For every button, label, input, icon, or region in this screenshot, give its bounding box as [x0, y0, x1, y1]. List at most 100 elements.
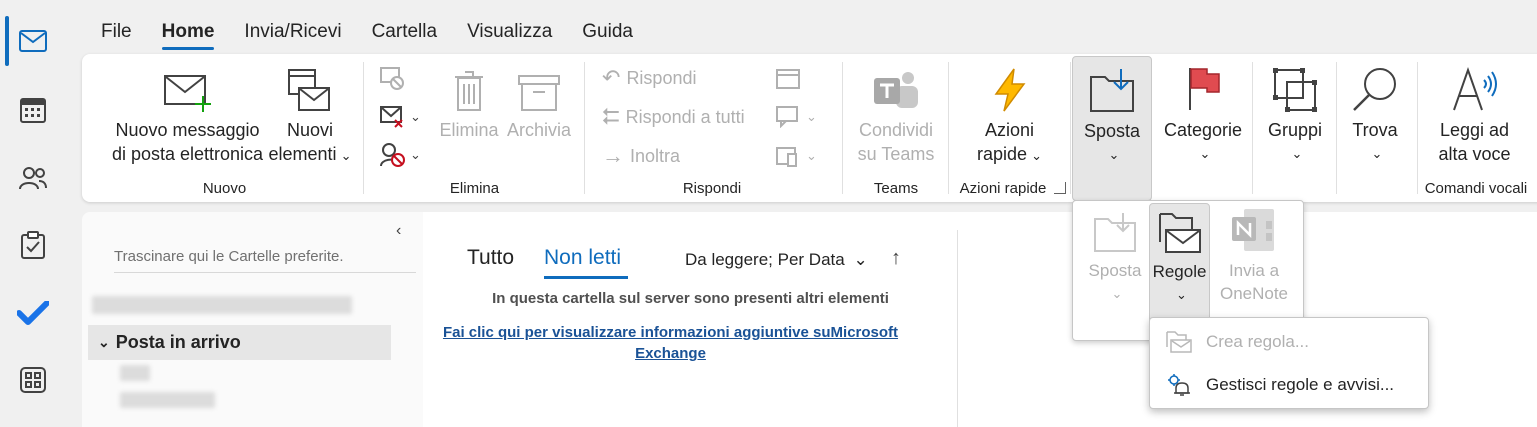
move-folder-icon: [1081, 207, 1149, 253]
manage-rules-item[interactable]: Gestisci regole e avvisi...: [1166, 370, 1394, 400]
rules-icon: [1150, 208, 1209, 254]
onenote-icon: [1211, 207, 1297, 253]
share-teams-label-2: su Teams: [857, 144, 935, 164]
calendar-icon[interactable]: [12, 90, 54, 130]
create-rule-item[interactable]: Crea regola...: [1166, 327, 1309, 357]
junk-icon: [380, 143, 405, 167]
group-label-new: Nuovo: [202, 180, 247, 197]
send-onenote-button[interactable]: Invia a OneNote: [1211, 207, 1297, 305]
separator: [1336, 62, 1337, 194]
favorites-hint: Trascinare qui le Cartelle preferite.: [114, 248, 344, 265]
new-items-label-2: elementi: [268, 144, 337, 164]
mail-icon[interactable]: [12, 21, 54, 61]
group-label-delete: Elimina: [449, 180, 500, 197]
tab-help[interactable]: Guida: [567, 0, 648, 56]
tasks-icon[interactable]: [12, 225, 54, 265]
collapse-pane-icon[interactable]: ‹: [396, 222, 401, 240]
meeting-icon: [776, 69, 800, 89]
meeting-reply-button[interactable]: [776, 63, 800, 93]
move-button[interactable]: Sposta ⌄: [1072, 56, 1152, 201]
rules-dropdown-menu: Crea regola... Gestisci regole e avvisi.…: [1149, 317, 1429, 409]
new-mail-label-1: Nuovo messaggio: [115, 120, 260, 140]
tab-view[interactable]: Visualizza: [452, 0, 567, 56]
share-teams-button[interactable]: Condividi su Teams: [852, 62, 940, 166]
filter-tab-all[interactable]: Tutto: [467, 246, 514, 270]
new-items-label-1: Nuovi: [286, 120, 334, 140]
reply-button[interactable]: ↶ Rispondi: [602, 63, 696, 93]
favorites-divider: [114, 272, 416, 273]
subfolder-1[interactable]: [120, 365, 150, 381]
tab-folder[interactable]: Cartella: [357, 0, 452, 56]
forward-label: Inoltra: [630, 145, 681, 166]
filter-tab-indicator: [544, 276, 628, 279]
reply-icon: ↶: [602, 65, 621, 90]
account-name[interactable]: [92, 296, 352, 314]
chevron-down-icon: ⌄: [1108, 147, 1120, 162]
manage-rules-icon: [1168, 374, 1190, 396]
reply-all-label: Rispondi a tutti: [625, 106, 745, 127]
trash-icon: [438, 62, 500, 112]
quick-steps-label-2: rapide: [977, 144, 1028, 164]
share-teams-label-1: Condividi: [858, 120, 934, 140]
separator: [842, 62, 843, 194]
read-aloud-icon: [1427, 62, 1522, 112]
todo-icon[interactable]: [12, 293, 54, 333]
find-label: Trova: [1352, 120, 1398, 140]
separator: [1070, 62, 1071, 194]
tab-file[interactable]: File: [66, 0, 147, 56]
ignore-button[interactable]: [380, 64, 406, 94]
teams-icon: [852, 62, 940, 112]
group-label-respond: Rispondi: [682, 180, 742, 197]
forward-button[interactable]: → Inoltra: [602, 141, 680, 171]
reply-all-button[interactable]: ⮄ Rispondi a tutti: [602, 102, 745, 132]
archive-button[interactable]: Archivia: [504, 62, 574, 142]
chevron-down-icon: ⌄: [410, 109, 421, 124]
groups-label: Gruppi: [1267, 120, 1323, 140]
cleanup-icon: [380, 106, 403, 128]
more-reply-button[interactable]: ⌄: [776, 141, 817, 171]
forward-icon: →: [602, 143, 624, 168]
onenote-label-1: Invia a: [1228, 261, 1280, 280]
tab-home[interactable]: Home: [147, 0, 230, 56]
sort-direction-icon[interactable]: ↑: [891, 247, 901, 270]
move-folder-icon: [1073, 63, 1151, 113]
group-label-quick: Azioni rapide: [959, 180, 1047, 197]
server-notice: In questa cartella sul server sono prese…: [492, 290, 889, 307]
tab-send-receive[interactable]: Invia/Ricevi: [229, 0, 356, 56]
sort-dropdown[interactable]: Da leggere; Per Data ⌄: [685, 250, 868, 270]
exchange-info-link[interactable]: Fai clic qui per visualizzare informazio…: [423, 322, 918, 364]
cleanup-button[interactable]: ⌄: [380, 102, 421, 132]
categorize-button[interactable]: Categorie ⌄: [1160, 62, 1246, 166]
chevron-down-icon: ⌄: [806, 148, 817, 163]
people-icon[interactable]: [12, 158, 54, 198]
im-reply-button[interactable]: ⌄: [776, 102, 817, 132]
create-rule-label: Crea regola...: [1206, 332, 1309, 351]
delete-button[interactable]: Elimina: [438, 62, 500, 142]
reply-label: Rispondi: [626, 67, 697, 88]
dialog-launcher-icon[interactable]: [1054, 182, 1066, 194]
menu-tabs: File Home Invia/Ricevi Cartella Visualiz…: [66, 0, 648, 56]
new-mail-icon: [100, 62, 275, 112]
chevron-down-icon: ⌄: [410, 147, 421, 162]
junk-button[interactable]: ⌄: [380, 140, 421, 170]
ignore-icon: [380, 67, 404, 90]
quick-steps-label-1: Azioni: [984, 120, 1035, 140]
move-menu-item[interactable]: Sposta ⌄: [1081, 207, 1149, 305]
groups-button[interactable]: Gruppi ⌄: [1260, 62, 1330, 166]
chevron-down-icon: ⌄: [806, 109, 817, 124]
filter-tab-unread[interactable]: Non letti: [544, 246, 621, 270]
rail-active-indicator: [5, 16, 9, 66]
folder-inbox[interactable]: ⌄ Posta in arrivo: [88, 325, 391, 360]
chevron-down-icon: ⌄: [1199, 146, 1211, 161]
new-items-button[interactable]: Nuovi elementi ⌄: [264, 62, 356, 168]
read-aloud-button[interactable]: Leggi ad alta voce: [1427, 62, 1522, 166]
subfolder-2[interactable]: [120, 392, 215, 408]
find-button[interactable]: Trova ⌄: [1344, 62, 1406, 166]
new-mail-label-2: di posta elettronica: [111, 144, 264, 164]
app-rail: [0, 0, 66, 427]
quick-steps-button[interactable]: Azioni rapide ⌄: [962, 62, 1057, 168]
new-mail-button[interactable]: Nuovo messaggio di posta elettronica: [100, 62, 275, 166]
flag-icon: [1160, 62, 1246, 112]
onenote-label-2: OneNote: [1219, 284, 1289, 303]
apps-icon[interactable]: [12, 360, 54, 400]
